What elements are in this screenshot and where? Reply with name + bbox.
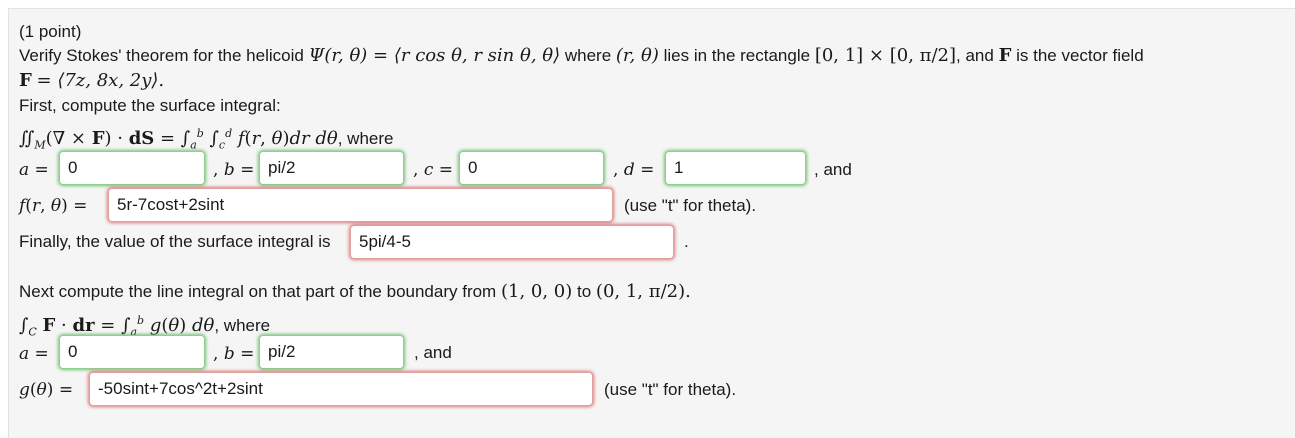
line-a-label: a = — [19, 344, 49, 364]
field-def-expression: = ⟨7z, 8x, 2y⟩. — [36, 70, 165, 91]
statement-text-3: lies in the rectangle — [663, 46, 811, 65]
statement-text-4: , and — [956, 46, 994, 65]
step-line-integral: Next compute the line integral on that p… — [19, 282, 691, 302]
surface-b-input[interactable]: pi/2 — [259, 151, 404, 185]
field-symbol: F — [998, 45, 1012, 66]
g-theta-hint: (use "t" for theta). — [604, 380, 737, 399]
line-b-label: , b = — [213, 344, 255, 364]
to-point: (0, 1, π/2). — [595, 281, 691, 302]
surface-c-input[interactable]: 0 — [459, 151, 604, 185]
line-a-input[interactable]: 0 — [59, 335, 205, 369]
c-label: , c = — [413, 160, 453, 180]
g-label: g(θ) = — [19, 380, 74, 400]
points-label: (1 point) — [19, 22, 82, 41]
statement-text-1: Verify Stokes' theorem for the helicoid — [19, 46, 304, 65]
line-where: , where — [214, 316, 271, 335]
surface-a-input[interactable]: 0 — [59, 151, 205, 185]
to-word: to — [577, 282, 592, 301]
surface-where: , where — [337, 129, 394, 148]
f-theta-hint: (use "t" for theta). — [624, 196, 757, 215]
result-period: . — [684, 232, 689, 251]
line-bounds-and: , and — [414, 343, 452, 362]
statement-text-2: where — [564, 46, 612, 65]
surface-result-label: Finally, the value of the surface integr… — [19, 232, 331, 251]
a-label: a = — [19, 160, 49, 180]
from-point: (1, 0, 0) — [500, 281, 573, 302]
double-integral-sign: ∬M — [19, 128, 46, 152]
step-surface-integral: First, compute the surface integral: — [19, 96, 281, 115]
line-b-input[interactable]: pi/2 — [259, 335, 404, 369]
bounds-and: , and — [814, 160, 852, 179]
problem-statement: Verify Stokes' theorem for the helicoid … — [19, 46, 1144, 66]
surface-result-input[interactable]: 5pi/4-5 — [350, 225, 674, 259]
surface-d-input[interactable]: 1 — [665, 151, 806, 185]
rectangle-variables: (r, θ) — [615, 45, 659, 66]
field-definition: F = ⟨7z, 8x, 2y⟩. — [19, 71, 164, 91]
statement-text-5: is the vector field — [1016, 46, 1144, 65]
rectangle-bounds: [0, 1] × [0, π/2] — [814, 45, 957, 66]
f-input[interactable]: 5r-7cost+2sint — [108, 188, 613, 222]
field-def-symbol: F — [19, 70, 32, 91]
f-label: f(r, θ) = — [19, 196, 88, 216]
g-input[interactable]: -50sint+7cos^2t+2sint — [89, 372, 593, 406]
b-label: , b = — [213, 160, 255, 180]
line-step-text: Next compute the line integral on that p… — [19, 282, 497, 301]
d-label: , d = — [613, 160, 655, 180]
helicoid-expression: Ψ(r, θ) = ⟨r cos θ, r sin θ, θ⟩ — [308, 45, 561, 66]
